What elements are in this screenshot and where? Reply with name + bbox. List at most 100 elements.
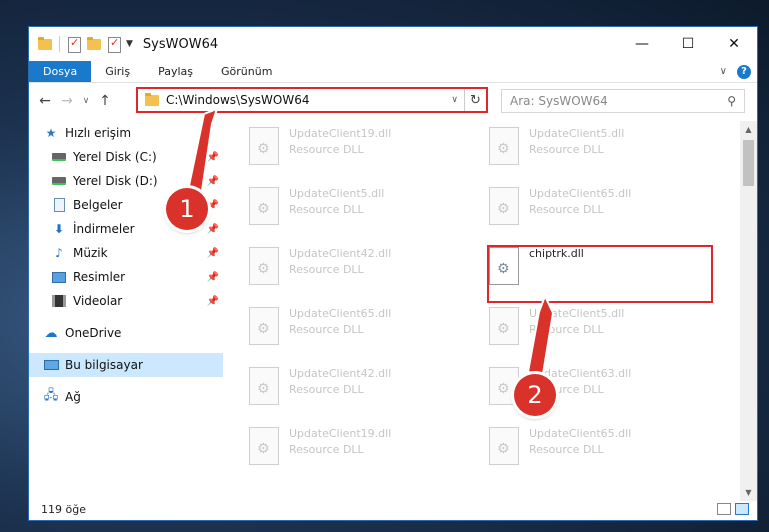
file-type: Resource DLL xyxy=(529,203,604,216)
sidebar-item-label: Ağ xyxy=(65,390,81,404)
sidebar-item-music[interactable]: ♪ Müzik 📌 xyxy=(29,241,223,265)
file-item[interactable]: UpdateClient65.dll Resource DLL xyxy=(239,301,469,357)
drive-icon xyxy=(51,149,67,165)
pin-icon[interactable]: 📌 xyxy=(207,272,219,283)
chevron-down-icon[interactable]: ▼ xyxy=(126,39,133,49)
recent-locations-chevron-icon[interactable]: ∨ xyxy=(79,96,93,106)
file-name: UpdateClient19.dll xyxy=(289,127,392,140)
dll-file-icon xyxy=(489,427,519,465)
help-icon[interactable]: ? xyxy=(737,64,751,79)
search-icon[interactable]: ⚲ xyxy=(727,94,736,108)
file-item[interactable]: UpdateClient65.dll Resource DLL xyxy=(479,181,709,237)
folder-icon xyxy=(144,92,160,108)
pictures-icon xyxy=(51,269,67,285)
file-item[interactable]: UpdateClient65.dll Resource DLL xyxy=(479,421,709,477)
computer-icon xyxy=(43,357,59,373)
details-view-icon[interactable] xyxy=(717,503,731,515)
pin-icon[interactable]: 📌 xyxy=(207,152,219,163)
sidebar-item-videos[interactable]: Videolar 📌 xyxy=(29,289,223,313)
large-icons-view-icon[interactable] xyxy=(735,503,749,515)
title-bar: ▼ SysWOW64 — ☐ ✕ xyxy=(29,27,757,61)
sidebar-item-onedrive[interactable]: ☁ OneDrive xyxy=(29,321,223,345)
address-bar[interactable]: C:\Windows\SysWOW64 ∨ ↻ xyxy=(136,87,488,113)
item-count: 119 öğe xyxy=(41,502,86,516)
new-folder-icon[interactable] xyxy=(86,36,102,52)
pin-icon[interactable]: 📌 xyxy=(207,224,219,235)
properties-icon[interactable] xyxy=(66,36,82,53)
sidebar-item-label: Belgeler xyxy=(73,198,123,212)
sidebar-item-network[interactable]: 🖧 Ağ xyxy=(29,385,223,409)
navigation-pane: ★ Hızlı erişim Yerel Disk (C:) 📌 Yerel D… xyxy=(29,121,223,501)
divider xyxy=(59,36,60,52)
search-box[interactable]: ⚲ xyxy=(501,89,745,113)
star-icon: ★ xyxy=(45,126,57,140)
cloud-icon: ☁ xyxy=(44,325,58,341)
file-name: UpdateClient65.dll xyxy=(289,307,392,320)
tab-home[interactable]: Giriş xyxy=(91,61,144,82)
file-item[interactable]: UpdateClient42.dll Resource DLL xyxy=(239,361,469,417)
file-item[interactable]: UpdateClient5.dll Resource DLL xyxy=(239,181,469,237)
pin-icon[interactable]: 📌 xyxy=(207,176,219,187)
file-item[interactable]: UpdateClient19.dll Resource DLL xyxy=(239,121,469,177)
vertical-scrollbar[interactable]: ▲ ▼ xyxy=(740,121,757,501)
address-dropdown-icon[interactable]: ∨ xyxy=(445,95,464,105)
tab-share[interactable]: Paylaş xyxy=(144,61,207,82)
sidebar-item-label: Hızlı erişim xyxy=(65,126,132,140)
file-type: Resource DLL xyxy=(289,143,364,156)
drive-icon xyxy=(51,173,67,189)
pin-icon[interactable]: 📌 xyxy=(207,248,219,259)
sidebar-item-label: Müzik xyxy=(73,246,108,260)
network-icon: 🖧 xyxy=(43,388,59,403)
file-type: Resource DLL xyxy=(289,203,364,216)
close-button[interactable]: ✕ xyxy=(711,27,757,61)
sidebar-item-label: Bu bilgisayar xyxy=(65,358,143,372)
window-title: SysWOW64 xyxy=(142,36,219,52)
file-name: UpdateClient42.dll xyxy=(289,247,392,260)
file-name: UpdateClient5.dll xyxy=(529,127,625,140)
tab-view[interactable]: Görünüm xyxy=(207,61,286,82)
dll-file-icon xyxy=(249,247,279,285)
expand-ribbon-icon[interactable]: ∨ xyxy=(720,66,727,77)
explorer-window: ▼ SysWOW64 — ☐ ✕ Dosya Giriş Paylaş Görü… xyxy=(28,26,758,521)
up-arrow-icon[interactable]: ↑ xyxy=(95,93,115,109)
back-arrow-icon[interactable]: ← xyxy=(35,93,55,109)
refresh-icon[interactable]: ↻ xyxy=(464,89,486,111)
forward-arrow-icon[interactable]: → xyxy=(57,93,77,109)
sidebar-item-this-pc[interactable]: Bu bilgisayar xyxy=(29,353,223,377)
file-item[interactable]: UpdateClient42.dll Resource DLL xyxy=(239,241,469,297)
dll-file-icon xyxy=(489,187,519,225)
step-1-badge: 1 xyxy=(166,188,208,230)
search-input[interactable] xyxy=(510,94,728,108)
file-item[interactable]: UpdateClient63.dllResource DLL xyxy=(479,361,709,417)
sidebar-item-pictures[interactable]: Resimler 📌 xyxy=(29,265,223,289)
file-type: Resource DLL xyxy=(529,443,604,456)
file-type: Resource DLL xyxy=(529,143,604,156)
tab-file[interactable]: Dosya xyxy=(29,61,92,82)
pin-icon[interactable]: 📌 xyxy=(207,296,219,307)
file-name: UpdateClient5.dll xyxy=(529,307,625,320)
file-item[interactable]: UpdateClient5.dll Resource DLL xyxy=(479,121,709,177)
minimize-button[interactable]: — xyxy=(619,27,665,61)
file-item[interactable]: UpdateClient5.dll Resource DLL xyxy=(479,301,709,357)
ribbon-tabs: Dosya Giriş Paylaş Görünüm ∨ ? xyxy=(29,61,757,83)
address-path[interactable]: C:\Windows\SysWOW64 xyxy=(166,93,445,107)
dll-file-icon xyxy=(249,187,279,225)
sidebar-item-label: Yerel Disk (D:) xyxy=(73,174,158,188)
sidebar-item-quick-access[interactable]: ★ Hızlı erişim xyxy=(29,121,223,145)
file-name: UpdateClient65.dll xyxy=(529,187,632,200)
file-list: UpdateClient19.dll Resource DLL UpdateCli… xyxy=(239,121,739,501)
highlight-box xyxy=(487,245,713,303)
document-icon xyxy=(51,197,67,213)
file-type: Resource DLL xyxy=(289,323,364,336)
file-name: UpdateClient42.dll xyxy=(289,367,392,380)
scroll-thumb[interactable] xyxy=(743,140,754,186)
maximize-button[interactable]: ☐ xyxy=(665,27,711,61)
sidebar-item-local-disk-c[interactable]: Yerel Disk (C:) 📌 xyxy=(29,145,223,169)
sidebar-item-label: Resimler xyxy=(73,270,126,284)
scroll-up-icon[interactable]: ▲ xyxy=(740,121,757,138)
dll-file-icon xyxy=(489,307,519,345)
file-item[interactable]: UpdateClient19.dll Resource DLL xyxy=(239,421,469,477)
pin-icon[interactable]: 📌 xyxy=(207,200,219,211)
customize-toolbar-icon[interactable] xyxy=(106,36,122,53)
film-icon xyxy=(51,293,67,309)
